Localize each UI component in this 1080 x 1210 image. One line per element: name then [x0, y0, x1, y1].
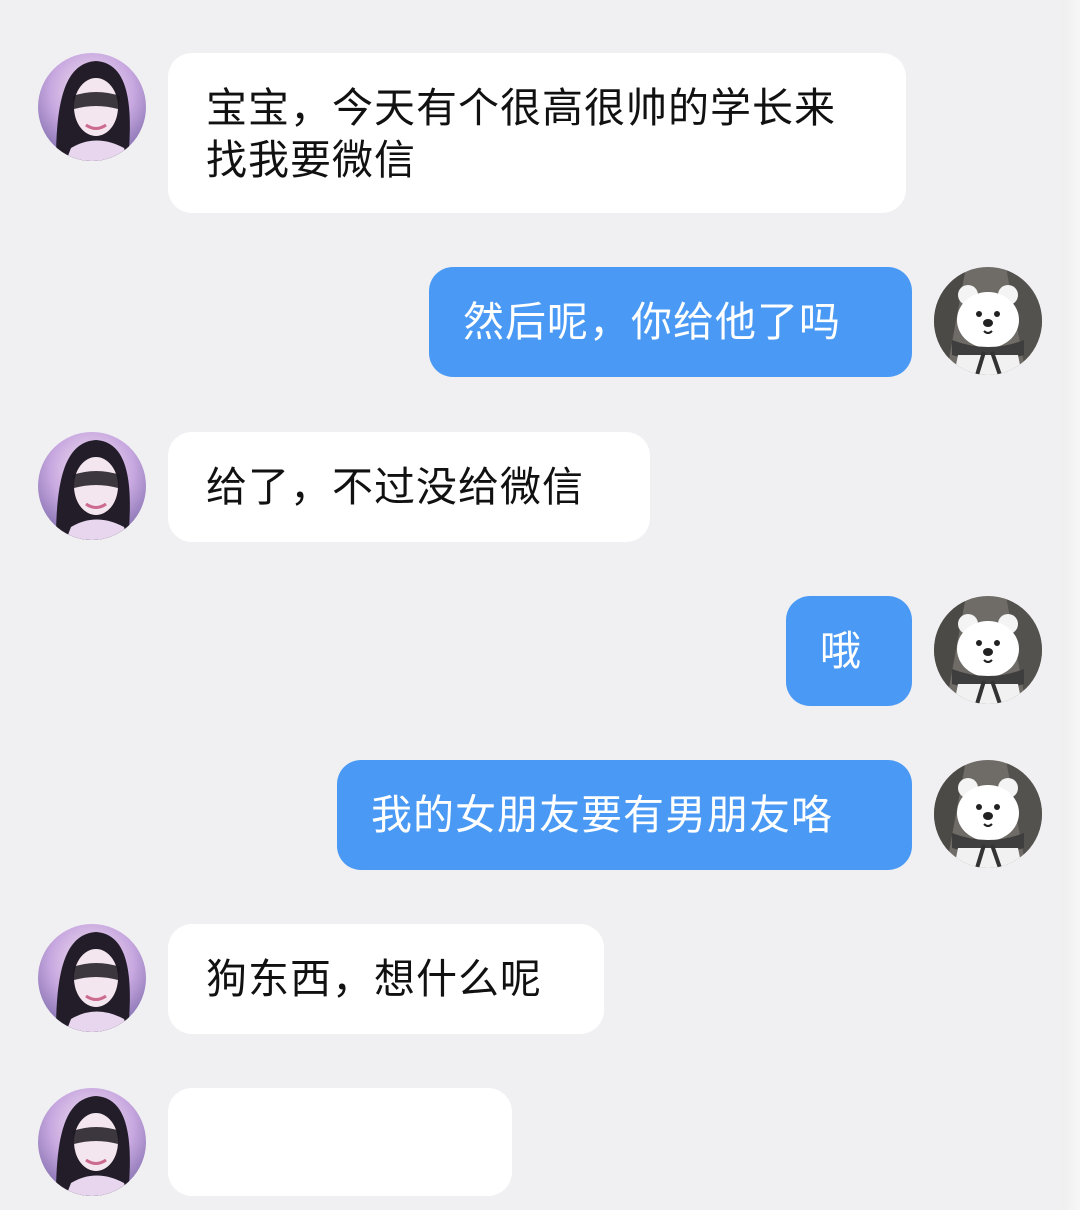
message-bubble-incoming[interactable]: 狗东西，想什么呢	[168, 924, 604, 1034]
message-bubble-outgoing[interactable]: 然后呢，你给他了吗	[429, 267, 912, 377]
bear-avatar-icon[interactable]	[934, 760, 1042, 868]
message-bubble-incoming[interactable]	[168, 1088, 512, 1196]
girl-avatar-icon[interactable]	[38, 53, 146, 161]
bear-avatar-icon[interactable]	[934, 596, 1042, 704]
screen-edge	[1062, 0, 1080, 1210]
message-text: 给了，不过没给微信	[206, 463, 584, 511]
message-text: 狗东西，想什么呢	[206, 955, 542, 1003]
girl-avatar-icon[interactable]	[38, 432, 146, 540]
message-text: 宝宝，今天有个很高很帅的学长来找我要微信	[206, 84, 836, 184]
message-text: 然后呢，你给他了吗	[463, 298, 841, 346]
message-bubble-outgoing[interactable]: 哦	[786, 596, 912, 706]
chat-thread: 宝宝，今天有个很高很帅的学长来找我要微信 然后呢，你给他了吗 给了，不过没给微信…	[0, 0, 1080, 1210]
message-bubble-incoming[interactable]: 给了，不过没给微信	[168, 432, 650, 542]
girl-avatar-icon[interactable]	[38, 924, 146, 1032]
message-text: 我的女朋友要有男朋友咯	[371, 791, 833, 839]
bear-avatar-icon[interactable]	[934, 267, 1042, 375]
message-bubble-incoming[interactable]: 宝宝，今天有个很高很帅的学长来找我要微信	[168, 53, 906, 213]
message-bubble-outgoing[interactable]: 我的女朋友要有男朋友咯	[337, 760, 912, 870]
message-text: 哦	[820, 627, 862, 675]
girl-avatar-icon[interactable]	[38, 1088, 146, 1196]
